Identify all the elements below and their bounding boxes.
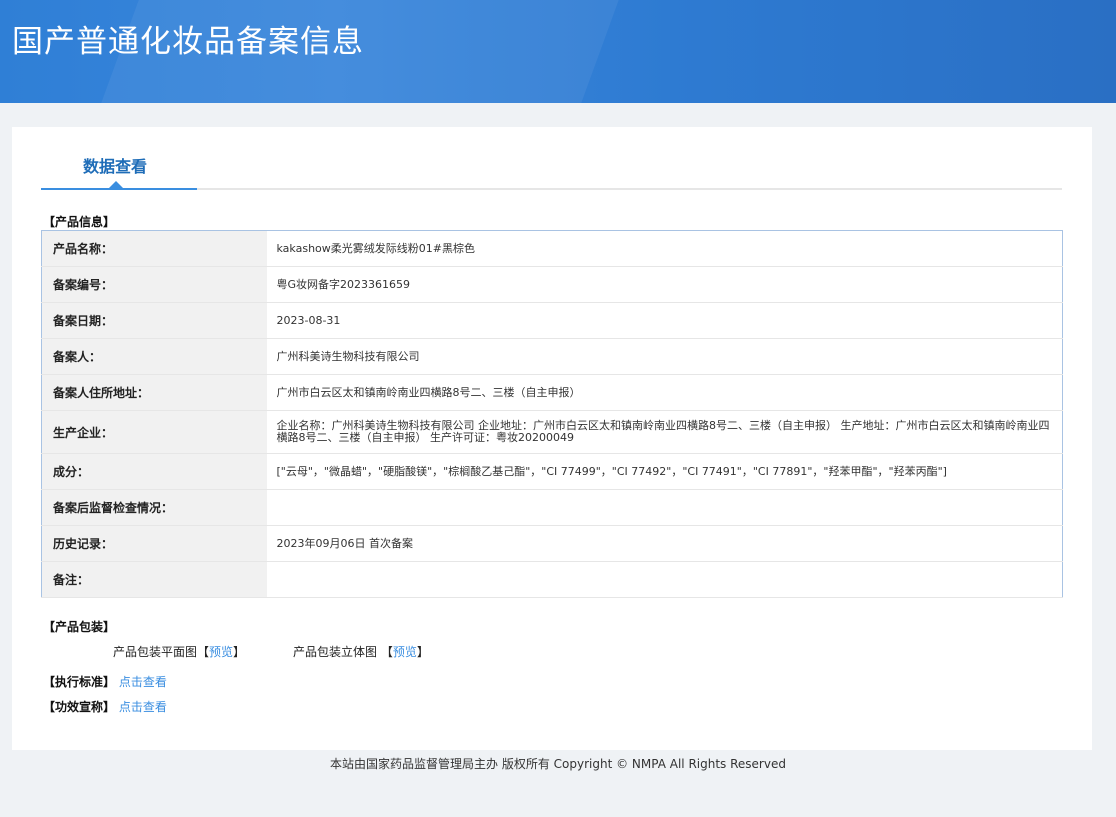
packaging-stereo: 产品包装立体图 【预览】 <box>293 643 429 660</box>
row-label: 历史记录： <box>41 525 267 562</box>
packaging-flat-label: 产品包装平面图 <box>113 645 198 659</box>
packaging-flat: 产品包装平面图【预览】 <box>113 643 245 660</box>
row-value: kakashow柔光雾绒发际线粉01#黑棕色 <box>266 230 1063 267</box>
product-info-heading: 【产品信息】 <box>43 215 116 229</box>
row-label: 备案后监督检查情况： <box>41 489 267 526</box>
row-value: 粤G妆网备字2023361659 <box>266 266 1063 303</box>
standard-link[interactable]: 点击查看 <box>119 675 167 689</box>
row-label: 备案日期： <box>41 302 267 339</box>
row-value: 广州市白云区太和镇南岭南业四横路8号二、三楼（自主申报） <box>266 374 1063 411</box>
table-row: 备案后监督检查情况： <box>41 489 1063 526</box>
standard-label: 【执行标准】 <box>43 675 116 689</box>
row-value: ["云母"，"微晶蜡"，"硬脂酸镁"，"棕榈酸乙基己酯"，"CI 77499"，… <box>266 453 1063 490</box>
claim-label: 【功效宣称】 <box>43 700 116 714</box>
row-label: 产品名称： <box>41 230 267 267</box>
row-label: 备案编号： <box>41 266 267 303</box>
table-row: 备案人住所地址： 广州市白云区太和镇南岭南业四横路8号二、三楼（自主申报） <box>41 374 1063 411</box>
row-label: 备案人： <box>41 338 267 375</box>
table-row: 备案人： 广州科美诗生物科技有限公司 <box>41 338 1063 375</box>
bracket: 】 <box>416 645 429 659</box>
bracket: 【 <box>197 645 210 659</box>
table-row: 备案编号： 粤G妆网备字2023361659 <box>41 266 1063 303</box>
row-value <box>266 489 1063 526</box>
table-row: 备注： <box>41 561 1063 598</box>
row-value: 企业名称：广州科美诗生物科技有限公司 企业地址：广州市白云区太和镇南岭南业四横路… <box>266 410 1063 454</box>
tab-underline <box>41 181 1062 190</box>
table-row: 成分： ["云母"，"微晶蜡"，"硬脂酸镁"，"棕榈酸乙基己酯"，"CI 7749… <box>41 453 1063 490</box>
bracket: 【 <box>380 645 393 659</box>
tab-caret-icon <box>109 181 123 188</box>
row-label: 生产企业： <box>41 410 267 454</box>
content-card: 数据查看 【产品信息】 产品名称： kakashow柔光雾绒发际线粉01#黑棕色备… <box>12 127 1092 750</box>
row-value <box>266 561 1063 598</box>
table-row: 生产企业： 企业名称：广州科美诗生物科技有限公司 企业地址：广州市白云区太和镇南岭… <box>41 410 1063 454</box>
footer: 本站由国家药品监督管理局主办 版权所有 Copyright © NMPA All… <box>330 757 786 771</box>
table-row: 产品名称： kakashow柔光雾绒发际线粉01#黑棕色 <box>41 230 1063 267</box>
table-row: 历史记录： 2023年09月06日 首次备案 <box>41 525 1063 562</box>
tab-active-bar <box>41 188 197 190</box>
product-info-table: 产品名称： kakashow柔光雾绒发际线粉01#黑棕色 备案编号： 粤G妆网备字20… <box>41 230 1063 598</box>
tab-data-view[interactable]: 数据查看 <box>83 153 147 177</box>
claim-link[interactable]: 点击查看 <box>119 700 167 714</box>
page-header: 国产普通化妆品备案信息 <box>0 0 1116 103</box>
row-value: 2023年09月06日 首次备案 <box>266 525 1063 562</box>
row-value: 2023-08-31 <box>266 302 1063 339</box>
packaging-stereo-label: 产品包装立体图 <box>293 645 378 659</box>
row-label: 成分： <box>41 453 267 490</box>
claim-row: 【功效宣称】 点击查看 <box>43 698 167 715</box>
row-label: 备案人住所地址： <box>41 374 267 411</box>
standard-row: 【执行标准】 点击查看 <box>43 673 167 690</box>
row-value: 广州科美诗生物科技有限公司 <box>266 338 1063 375</box>
page-title: 国产普通化妆品备案信息 <box>12 24 364 60</box>
row-label: 备注： <box>41 561 267 598</box>
flat-preview-link[interactable]: 预览 <box>209 645 233 659</box>
bracket: 】 <box>233 645 246 659</box>
stereo-preview-link[interactable]: 预览 <box>393 645 417 659</box>
packaging-heading: 【产品包装】 <box>43 620 116 634</box>
table-row: 备案日期： 2023-08-31 <box>41 302 1063 339</box>
